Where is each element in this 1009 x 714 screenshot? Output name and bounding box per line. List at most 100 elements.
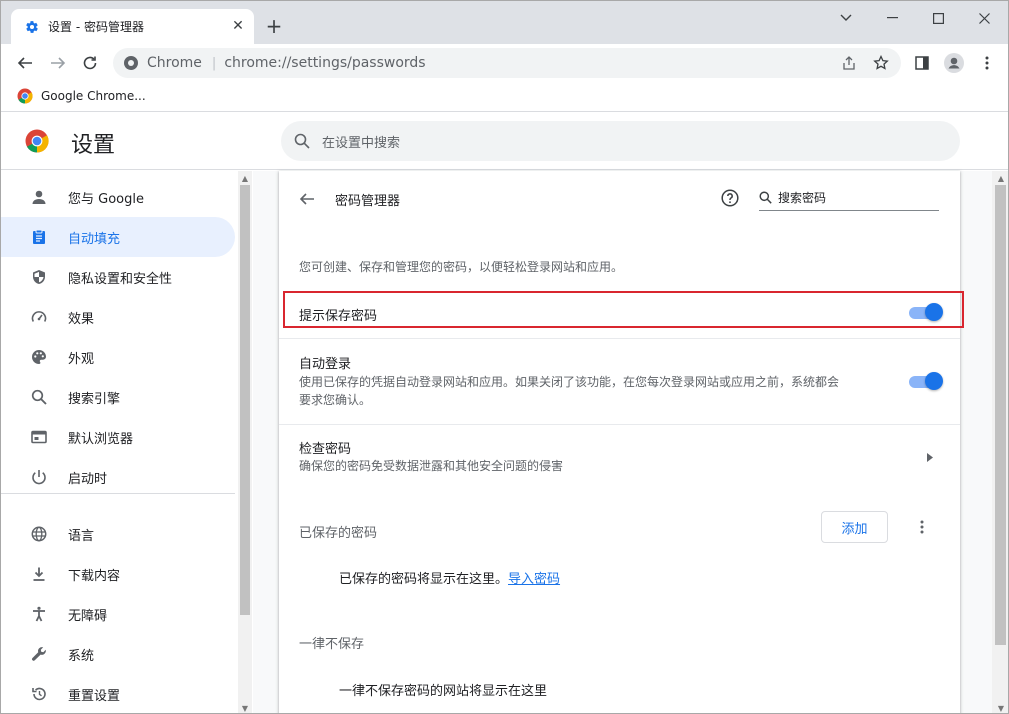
sidebar-scrollbar[interactable]: ▲ ▼ — [238, 171, 252, 713]
close-tab-icon[interactable]: ✕ — [230, 18, 246, 34]
tab-search-icon[interactable] — [823, 5, 869, 31]
sidebar-item-reset[interactable]: 重置设置 — [1, 674, 235, 713]
reload-icon[interactable] — [79, 52, 101, 74]
sidebar-item-accessibility[interactable]: 无障碍 — [1, 594, 235, 634]
help-icon[interactable] — [719, 187, 741, 209]
download-icon — [29, 564, 49, 584]
saved-passwords-empty-message: 已保存的密码将显示在这里。导入密码 — [339, 568, 560, 587]
settings-heading: 设置 — [71, 133, 116, 158]
sidebar-item-default-browser[interactable]: 默认浏览器 — [1, 417, 235, 457]
sidebar-item-autofill[interactable]: 自动填充 — [1, 217, 235, 257]
auto-signin-description-line1: 使用已保存的凭据自动登录网站和应用。如果关闭了该功能，在您每次登录网站或应用之前… — [299, 375, 840, 389]
scroll-up-arrow-icon[interactable]: ▲ — [238, 171, 252, 185]
bookmark-star-icon[interactable] — [871, 53, 891, 73]
palette-icon — [29, 347, 49, 367]
bookmark-label: Google Chrome... — [41, 89, 146, 103]
sidebar-item-label: 下载内容 — [68, 568, 121, 584]
saved-passwords-heading: 已保存的密码 — [299, 526, 378, 541]
sidebar-scroll-thumb[interactable] — [240, 185, 250, 615]
check-passwords-label: 检查密码 — [299, 442, 352, 457]
wrench-icon — [29, 644, 49, 664]
profile-avatar-icon[interactable] — [943, 52, 965, 74]
side-panel-icon[interactable] — [911, 52, 933, 74]
sidebar-item-label: 外观 — [68, 351, 95, 367]
card-header: 密码管理器 搜索密码 — [279, 171, 960, 227]
scroll-down-arrow-icon[interactable]: ▼ — [238, 701, 252, 713]
never-saved-heading: 一律不保存 — [299, 637, 365, 652]
sidebar-item-label: 无障碍 — [68, 608, 108, 624]
more-actions-icon[interactable] — [913, 517, 931, 537]
shield-icon — [29, 267, 49, 287]
chrome-logo-icon — [17, 88, 33, 104]
globe-icon — [29, 524, 49, 544]
tab-settings[interactable]: 设置 - 密码管理器 ✕ — [11, 9, 254, 44]
sidebar-item-label: 您与 Google — [68, 191, 144, 207]
address-bar[interactable]: Chrome | chrome://settings/passwords — [113, 48, 901, 78]
settings-search-placeholder: 在设置中搜索 — [322, 135, 401, 151]
sidebar-item-languages[interactable]: 语言 — [1, 514, 235, 554]
bookmarks-bar: Google Chrome... — [1, 82, 1008, 112]
scroll-up-arrow-icon[interactable]: ▲ — [994, 171, 1008, 185]
share-icon[interactable] — [839, 53, 859, 73]
back-arrow-icon[interactable] — [297, 189, 317, 209]
auto-signin-description-line2: 要求您确认。 — [299, 393, 372, 407]
reset-icon — [29, 684, 49, 704]
password-search-input[interactable]: 搜索密码 — [759, 185, 939, 211]
sidebar-divider — [1, 493, 235, 494]
check-passwords-description: 确保您的密码免受数据泄露和其他安全问题的侵害 — [299, 459, 564, 473]
settings-search-input[interactable]: 在设置中搜索 — [281, 121, 960, 161]
chevron-right-icon[interactable] — [924, 451, 936, 463]
forward-icon[interactable] — [47, 52, 69, 74]
search-icon — [294, 133, 310, 149]
saved-passwords-empty-text: 已保存的密码将显示在这里。 — [339, 572, 509, 587]
sidebar-item-label: 搜索引擎 — [68, 391, 121, 407]
sidebar-item-label: 启动时 — [68, 471, 108, 487]
browser-icon — [29, 427, 49, 447]
search-icon — [759, 191, 772, 204]
add-password-button[interactable]: 添加 — [821, 511, 888, 543]
sidebar-item-search-engine[interactable]: 搜索引擎 — [1, 377, 235, 417]
page-title: 密码管理器 — [335, 194, 401, 209]
sidebar-item-label: 自动填充 — [68, 231, 121, 247]
sidebar-item-appearance[interactable]: 外观 — [1, 337, 235, 377]
maximize-button[interactable] — [915, 5, 961, 31]
tab-strip: 设置 - 密码管理器 ✕ + — [1, 1, 1008, 44]
speedometer-icon — [29, 307, 49, 327]
scroll-down-arrow-icon[interactable]: ▼ — [994, 701, 1008, 713]
check-passwords-row[interactable]: 检查密码 确保您的密码免受数据泄露和其他安全问题的侵害 — [279, 425, 960, 485]
sidebar-item-label: 效果 — [68, 311, 95, 327]
settings-sidebar: 您与 Google 自动填充 隐私设置和安全性 效果 外观 搜索引擎 默认浏览器 — [1, 171, 253, 713]
new-tab-button[interactable]: + — [263, 14, 285, 38]
menu-kebab-icon[interactable] — [976, 52, 998, 74]
sidebar-item-on-startup[interactable]: 启动时 — [1, 457, 235, 497]
sidebar-item-label: 系统 — [68, 648, 95, 664]
tab-title: 设置 - 密码管理器 — [48, 20, 144, 34]
auto-signin-toggle[interactable] — [909, 372, 943, 390]
minimize-button[interactable] — [869, 5, 915, 31]
sidebar-item-label: 隐私设置和安全性 — [68, 271, 173, 287]
sidebar-item-privacy[interactable]: 隐私设置和安全性 — [1, 257, 235, 297]
sidebar-item-downloads[interactable]: 下载内容 — [1, 554, 235, 594]
sidebar-item-performance[interactable]: 效果 — [1, 297, 235, 337]
never-saved-empty-message: 一律不保存密码的网站将显示在这里 — [339, 684, 548, 699]
sidebar-item-label: 默认浏览器 — [68, 431, 134, 447]
person-icon — [29, 187, 49, 207]
site-label: Chrome — [147, 55, 202, 71]
chrome-logo-icon — [25, 129, 49, 157]
sidebar-item-you-and-google[interactable]: 您与 Google — [1, 177, 235, 217]
auto-signin-row[interactable]: 自动登录 使用已保存的凭据自动登录网站和应用。如果关闭了该功能，在您每次登录网站… — [279, 339, 960, 424]
back-icon[interactable] — [14, 52, 36, 74]
browser-window: 设置 - 密码管理器 ✕ + Chrome | chrome://setting… — [0, 0, 1009, 714]
power-icon — [29, 467, 49, 487]
close-window-button[interactable] — [961, 5, 1007, 31]
url-text: chrome://settings/passwords — [224, 55, 426, 71]
chrome-site-icon — [123, 55, 139, 71]
bookmark-google-chrome[interactable]: Google Chrome... — [17, 88, 146, 104]
import-passwords-link[interactable]: 导入密码 — [508, 572, 560, 587]
page-scroll-thumb[interactable] — [995, 185, 1006, 645]
sidebar-item-system[interactable]: 系统 — [1, 634, 235, 674]
sidebar-item-label: 语言 — [68, 528, 95, 544]
password-manager-card: 密码管理器 搜索密码 您可创建、保存和管理您的密码，以便轻松登录网站和应用。 提… — [279, 171, 960, 713]
page-scrollbar[interactable]: ▲ ▼ — [992, 171, 1008, 713]
page-description: 您可创建、保存和管理您的密码，以便轻松登录网站和应用。 — [299, 260, 624, 274]
